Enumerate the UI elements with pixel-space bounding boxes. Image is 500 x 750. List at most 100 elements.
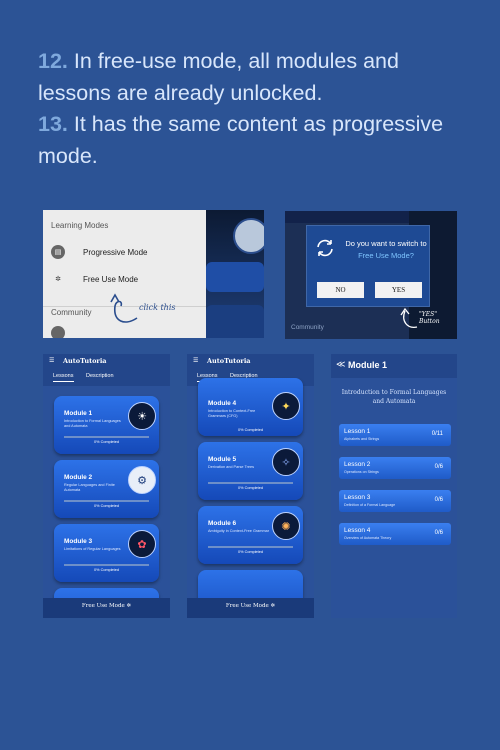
module-description: Derivation and Parse Trees <box>208 465 255 469</box>
module-description: Ambiguity in Context-Free Grammar <box>208 529 269 533</box>
module-card[interactable]: Module 1 Introduction to Formal Language… <box>54 396 159 454</box>
menu-item-free-use-label: Free Use Mode <box>83 274 139 284</box>
progress-bar <box>64 436 149 438</box>
module-progress: 0% Completed <box>94 568 119 572</box>
yes-button[interactable]: YES <box>375 282 422 298</box>
step-12-number: 12. <box>38 49 68 73</box>
step-13-text: It has the same content as progressive m… <box>38 112 444 168</box>
lesson-count: 0/6 <box>434 530 443 536</box>
free-use-mode-label: Free Use Mode ✲ <box>43 603 170 609</box>
module-title: Module 6 <box>208 520 237 527</box>
section-community: Community <box>51 308 92 317</box>
lesson-subtitle: Overview of Automata Theory <box>344 536 392 540</box>
module-progress: 0% Completed <box>94 504 119 508</box>
lesson-subtitle: Definition of a Formal Language <box>344 503 396 507</box>
module-card[interactable]: Module 5 Derivation and Parse Trees ✧ 0%… <box>198 442 303 500</box>
module-card[interactable]: Module 4 Introduction to Context-Free Gr… <box>198 378 303 436</box>
progress-bar <box>208 482 293 484</box>
bottom-bar: Free Use Mode ✲ <box>43 598 170 618</box>
tab-bar: Lessons Description <box>43 368 170 386</box>
menu-item-free-use[interactable]: ✲ Free Use Mode <box>51 272 138 286</box>
sparkle-icon: ✺ <box>272 512 300 540</box>
app-title: AutoTutoria <box>63 357 107 365</box>
module-progress: 0% Completed <box>94 440 119 444</box>
module-list: Module 1 Introduction to Formal Language… <box>43 386 170 618</box>
lesson-count: 0/6 <box>434 497 443 503</box>
free-use-mode-text: Free Use Mode <box>225 603 269 609</box>
step-13-number: 13. <box>38 112 68 136</box>
curved-arrow-icon <box>110 293 138 323</box>
annotation-click-this: click this <box>139 303 176 312</box>
lesson-name: Lesson 2 <box>344 461 371 468</box>
community-label: Community <box>291 324 324 331</box>
menu-icon[interactable]: ☰ <box>49 357 54 364</box>
module-progress: 0% Completed <box>238 486 263 490</box>
progressive-mode-icon: ▤ <box>51 245 65 259</box>
tab-lessons[interactable]: Lessons <box>53 373 74 382</box>
confirm-dialog: Do you want to switch to Free Use Mode? … <box>306 225 430 307</box>
module-title: Module 5 <box>208 456 237 463</box>
lesson-count: 0/11 <box>431 431 443 437</box>
lessons-header: ≪ Module 1 <box>331 354 457 378</box>
progress-bar <box>64 564 149 566</box>
free-use-mode-label: Free Use Mode ✲ <box>187 603 314 609</box>
module-card[interactable]: Module 2 Regular Languages and Finite Au… <box>54 460 159 518</box>
learning-modes-screenshot: Learning Modes ▤ Progressive Mode ✲ Free… <box>43 210 264 338</box>
lesson-card[interactable]: Lesson 4 Overview of Automata Theory 0/6 <box>339 523 451 545</box>
free-use-icon: ✲ <box>270 603 276 609</box>
module-progress: 0% Completed <box>238 550 263 554</box>
phone-screen-lessons: ≪ Module 1 Introduction to Formal Langua… <box>331 354 457 618</box>
module-description: Introduction to Context-Free Grammars (C… <box>208 409 256 418</box>
module-card-peek <box>206 262 264 292</box>
tab-description[interactable]: Description <box>86 373 114 379</box>
network-icon: ✦ <box>272 392 300 420</box>
lesson-subtitle: Alphabets and Strings <box>344 437 380 441</box>
lesson-card[interactable]: Lesson 1 Alphabets and Strings 0/11 <box>339 424 451 446</box>
no-button[interactable]: NO <box>317 282 364 298</box>
free-use-mode-text: Free Use Mode <box>81 603 125 609</box>
phone-screen-modules-2: ☰ AutoTutoria Lessons Description Module… <box>187 354 314 618</box>
dialog-question-line1: Do you want to switch to <box>345 239 427 248</box>
lesson-count: 0/6 <box>434 464 443 470</box>
module-list: Module 4 Introduction to Context-Free Gr… <box>187 378 314 618</box>
lesson-name: Lesson 4 <box>344 527 371 534</box>
lesson-card[interactable]: Lesson 2 Operations on Strings 0/6 <box>339 457 451 479</box>
menu-item-progressive[interactable]: ▤ Progressive Mode <box>51 245 147 259</box>
lightbulb-icon: ☀ <box>128 402 156 430</box>
module-card[interactable]: Module 3 Limitations of Regular Language… <box>54 524 159 582</box>
module-title: Module 4 <box>208 400 237 407</box>
curved-arrow-icon <box>400 307 418 328</box>
app-bar: ☰ AutoTutoria <box>187 354 314 368</box>
app-bar: ☰ AutoTutoria <box>43 354 170 368</box>
brain-icon: ✿ <box>128 530 156 558</box>
step-12-text: In free-use mode, all modules and lesson… <box>38 49 399 105</box>
progress-bar <box>64 500 149 502</box>
dialog-question: Do you want to switch to Free Use Mode? <box>345 238 427 262</box>
phone-screen-modules-1: ☰ AutoTutoria Lessons Description Module… <box>43 354 170 618</box>
step-13: 13. It has the same content as progressi… <box>38 109 468 172</box>
switch-dialog-screenshot: Do you want to switch to Free Use Mode? … <box>285 211 457 339</box>
gear-icon <box>233 218 264 254</box>
section-learning-modes: Learning Modes <box>51 221 109 230</box>
module-card-peek <box>206 305 264 338</box>
module-title: Module 2 <box>64 474 93 481</box>
dialog-question-line2: Free Use Mode? <box>358 251 414 260</box>
module-description: Introduction to Formal Languages and Aut… <box>64 419 121 428</box>
app-title: AutoTutoria <box>207 357 251 365</box>
menu-item-progressive-label: Progressive Mode <box>83 247 148 257</box>
menu-item-community[interactable] <box>51 326 83 338</box>
step-12: 12. In free-use mode, all modules and le… <box>38 46 468 109</box>
module-description: Limitations of Regular Languages <box>64 547 121 551</box>
automata-icon: ⚙ <box>128 466 156 494</box>
lessons-module-title: Module 1 <box>348 360 388 370</box>
module-progress: 0% Completed <box>238 428 263 432</box>
module-card[interactable]: Module 6 Ambiguity in Context-Free Gramm… <box>198 506 303 564</box>
menu-icon[interactable]: ☰ <box>193 357 198 364</box>
module-title: Module 3 <box>64 538 93 545</box>
lesson-card[interactable]: Lesson 3 Definition of a Formal Language… <box>339 490 451 512</box>
tree-icon: ✧ <box>272 448 300 476</box>
lesson-subtitle: Operations on Strings <box>344 470 379 474</box>
module-description: Regular Languages and Finite Automata <box>64 483 115 492</box>
free-use-icon: ✲ <box>126 603 132 609</box>
back-arrow-icon[interactable]: ≪ <box>336 360 345 370</box>
